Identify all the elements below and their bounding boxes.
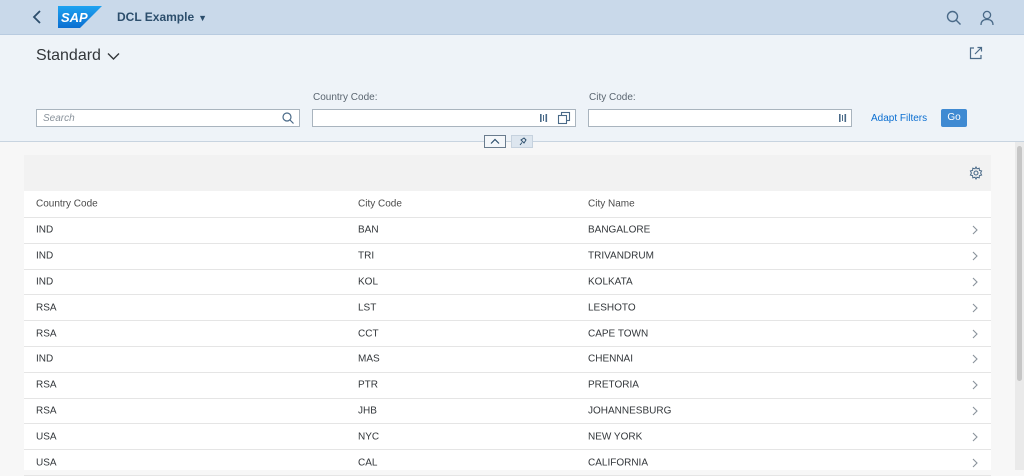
filter-bar: Standard Search Country Code: City Code:… [0,35,1024,142]
cell-city-code: CAL [358,457,378,469]
cell-country-code: RSA [36,302,57,314]
pin-header-button[interactable] [511,135,533,148]
chevron-right-icon[interactable] [971,432,979,442]
gear-icon[interactable] [969,166,983,180]
table-row[interactable]: IND TRI TRIVANDRUM [24,244,991,270]
cell-city-name: JOHANNESBURG [588,405,672,417]
shell-bar: SAP DCL Example ▼ [0,0,1024,35]
collapse-header-button[interactable] [484,135,506,148]
chevron-right-icon[interactable] [971,303,979,313]
chevron-right-icon[interactable] [971,406,979,416]
sap-logo: SAP [58,6,102,28]
city-code-input[interactable] [588,109,852,127]
search-placeholder: Search [43,113,75,124]
cell-city-code: MAS [358,353,380,365]
country-code-label: Country Code: [313,92,378,103]
variant-name: Standard [36,47,101,64]
cell-country-code: RSA [36,379,57,391]
go-button[interactable]: Go [941,109,967,127]
cell-city-name: NEW YORK [588,431,643,443]
caret-down-icon: ▼ [198,13,208,23]
table-body: IND BAN BANGALORE IND TRI TRIVANDRUM IND KOL KOL… [24,218,991,476]
cell-country-code: RSA [36,328,57,340]
cell-city-name: BANGALORE [588,224,651,236]
scrollbar[interactable] [1015,142,1024,470]
back-arrow-icon[interactable] [28,8,48,26]
chevron-right-icon[interactable] [971,458,979,468]
cell-country-code: IND [36,276,54,288]
cell-city-name: CHENNAI [588,353,634,365]
scrollbar-thumb[interactable] [1017,146,1022,381]
chevron-down-icon [107,53,120,60]
cell-city-code: CCT [358,328,379,340]
cell-city-code: NYC [358,431,380,443]
cell-city-code: KOL [358,276,379,288]
table-toolbar [24,155,991,191]
results-table: Country Code City Code City Name IND BAN B… [24,155,991,476]
cell-country-code: IND [36,250,54,262]
column-header-city-code[interactable]: City Code [358,199,402,210]
chevron-right-icon[interactable] [971,380,979,390]
cell-city-code: LST [358,302,377,314]
table-row[interactable]: IND KOL KOLKATA [24,270,991,296]
chevron-right-icon[interactable] [971,225,979,235]
cell-city-code: JHB [358,405,377,417]
table-row[interactable]: USA NYC NEW YORK [24,424,991,451]
cell-country-code: USA [36,457,57,469]
variant-selector[interactable]: Standard [36,47,120,65]
user-icon[interactable] [978,9,996,27]
table-row[interactable]: RSA CCT CAPE TOWN [24,321,991,347]
cell-city-name: TRIVANDRUM [588,250,654,262]
search-field-icon[interactable] [281,111,295,125]
pin-icon [519,137,527,146]
column-header-city-name[interactable]: City Name [588,199,635,210]
city-code-label: City Code: [589,92,636,103]
cell-country-code: IND [36,353,54,365]
cell-city-name: CAPE TOWN [588,328,649,340]
cell-city-name: CALIFORNIA [588,457,649,469]
share-icon[interactable] [968,45,984,61]
chevron-right-icon[interactable] [971,329,979,339]
chevron-right-icon[interactable] [971,277,979,287]
value-help-icon[interactable] [837,111,851,125]
search-icon[interactable] [945,9,963,27]
country-code-input[interactable] [312,109,576,127]
copy-icon[interactable] [557,111,571,125]
cell-city-code: BAN [358,224,379,236]
table-row[interactable]: RSA PTR PRETORIA [24,373,991,399]
cell-city-code: TRI [358,250,375,262]
adapt-filters-button[interactable]: Adapt Filters [871,113,927,124]
chevron-right-icon[interactable] [971,251,979,261]
table-row[interactable]: RSA LST LESHOTO [24,295,991,322]
cell-country-code: RSA [36,405,57,417]
cell-country-code: IND [36,224,54,236]
app-title[interactable]: DCL Example ▼ [117,10,207,24]
logo-text: SAP [61,10,88,25]
chevron-right-icon[interactable] [971,354,979,364]
table-row[interactable]: IND BAN BANGALORE [24,218,991,244]
cell-city-name: PRETORIA [588,379,639,391]
cell-country-code: USA [36,431,57,443]
table-row[interactable]: USA CAL CALIFORNIA [24,450,991,476]
search-input[interactable]: Search [36,109,300,127]
table-row[interactable]: IND MAS CHENNAI [24,347,991,373]
column-header-country-code[interactable]: Country Code [36,199,98,210]
table-header: Country Code City Code City Name [24,191,991,218]
table-row[interactable]: RSA JHB JOHANNESBURG [24,399,991,425]
chevron-up-icon [490,138,500,144]
cell-city-name: KOLKATA [588,276,633,288]
cell-city-code: PTR [358,379,378,391]
app-title-text: DCL Example [117,10,195,24]
value-help-icon[interactable] [538,111,552,125]
cell-city-name: LESHOTO [588,302,636,314]
